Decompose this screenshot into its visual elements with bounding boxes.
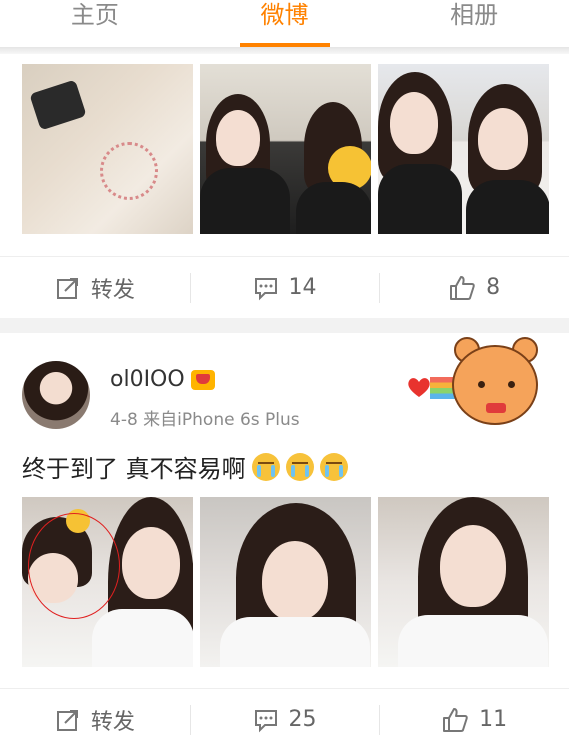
like-count: 8 (486, 275, 501, 300)
post-author[interactable]: ol0IOO (110, 367, 215, 392)
repost-button[interactable]: 转发 (0, 689, 190, 750)
post-action-bar: 转发 14 8 (0, 256, 569, 318)
like-button[interactable]: 8 (379, 257, 569, 318)
cry-emoji-icon (285, 452, 314, 481)
tab-home[interactable]: 主页 (0, 0, 190, 47)
avatar[interactable] (22, 361, 90, 429)
body-shape (220, 617, 370, 667)
bear-bow (486, 403, 506, 413)
post-text-content: 终于到了 真不容易啊 (22, 455, 246, 483)
cry-emoji-icon (251, 452, 280, 481)
body-shape (200, 168, 290, 234)
bear-eye (508, 381, 515, 388)
body-shape (92, 609, 193, 667)
face-shape (122, 527, 180, 599)
post-card: ol0IOO 4-8 来自iPhone 6s Plus 终于到了 真不容易啊 转… (0, 333, 569, 750)
face-shape (478, 108, 528, 170)
tab-weibo[interactable]: 微博 (190, 0, 380, 47)
tab-album[interactable]: 相册 (379, 0, 569, 47)
tab-weibo-label: 微博 (260, 1, 309, 29)
post-image[interactable] (378, 64, 549, 234)
comment-icon (253, 707, 279, 733)
post-image[interactable] (22, 497, 193, 667)
post-image-grid (22, 64, 549, 234)
share-icon (55, 275, 81, 301)
thumbs-up-icon (448, 274, 476, 302)
red-circle-annotation (28, 513, 120, 619)
body-shape (466, 180, 549, 234)
post-image[interactable] (378, 497, 549, 667)
post-image[interactable] (22, 64, 193, 234)
stamp-logo (100, 142, 158, 200)
phone-shape (29, 79, 87, 131)
post-meta: 4-8 来自iPhone 6s Plus (110, 410, 300, 430)
cry-emoji-icon (319, 452, 348, 481)
comment-count: 25 (288, 707, 317, 732)
face-shape (262, 541, 328, 621)
tab-album-label: 相册 (450, 1, 499, 29)
comment-button[interactable]: 25 (189, 689, 380, 750)
comment-count: 14 (288, 275, 317, 300)
post-action-bar: 转发 25 11 (0, 688, 569, 750)
profile-tab-bar: 主页 微博 相册 (0, 0, 569, 48)
like-count: 11 (479, 707, 508, 732)
repost-button[interactable]: 转发 (0, 257, 190, 318)
tab-home-label: 主页 (70, 1, 119, 29)
repost-label: 转发 (90, 277, 135, 303)
post-card: 转发 14 8 (0, 54, 569, 318)
like-button[interactable]: 11 (379, 689, 569, 750)
body-shape (378, 164, 462, 234)
username: ol0IOO (110, 367, 185, 392)
thumbs-up-icon (441, 706, 469, 734)
face-shape (390, 92, 438, 154)
bear-eye (478, 381, 485, 388)
post-image[interactable] (200, 497, 371, 667)
comment-icon (253, 275, 279, 301)
body-shape (296, 182, 371, 234)
post-image[interactable] (200, 64, 371, 234)
post-image-grid (22, 497, 549, 667)
share-icon (55, 707, 81, 733)
bear-decoration (400, 333, 560, 433)
body-shape (398, 615, 548, 667)
face-shape (216, 110, 260, 166)
heart-icon (408, 378, 430, 397)
face-shape (440, 525, 506, 607)
vip-crown-icon (190, 369, 215, 390)
comment-button[interactable]: 14 (189, 257, 380, 318)
repost-label: 转发 (90, 709, 135, 735)
bear-face-icon (452, 345, 538, 425)
post-text: 终于到了 真不容易啊 (22, 449, 348, 484)
